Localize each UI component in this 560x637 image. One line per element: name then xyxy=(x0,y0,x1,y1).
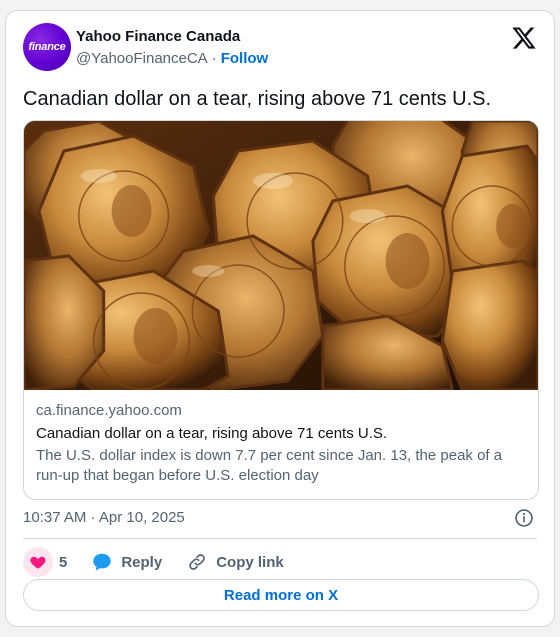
link-description: The U.S. dollar index is down 7.7 per ce… xyxy=(36,447,503,484)
x-logo-icon[interactable] xyxy=(511,25,537,51)
post-actions: 5 Reply Copy link xyxy=(23,547,308,577)
like-button[interactable]: 5 xyxy=(23,547,67,577)
canadian-loonie-coins-image[interactable] xyxy=(24,121,538,390)
read-more-button[interactable]: Read more on X xyxy=(23,579,539,611)
link-meta: ca.finance.yahoo.com Canadian dollar on … xyxy=(24,390,538,486)
link-chain-icon xyxy=(186,551,208,573)
copy-link-button[interactable]: Copy link xyxy=(186,551,284,573)
separator-dot: · xyxy=(211,50,217,67)
author-name[interactable]: Yahoo Finance Canada xyxy=(76,28,240,45)
author-avatar[interactable]: finance xyxy=(23,23,71,71)
link-title[interactable]: Canadian dollar on a tear, rising above … xyxy=(36,424,526,444)
link-domain: ca.finance.yahoo.com xyxy=(36,402,182,419)
follow-button[interactable]: Follow xyxy=(221,50,269,67)
like-count: 5 xyxy=(59,553,68,571)
copy-link-label: Copy link xyxy=(216,553,284,571)
heart-icon xyxy=(23,547,53,577)
divider xyxy=(23,538,537,539)
info-icon[interactable] xyxy=(514,508,534,528)
post-text: Canadian dollar on a tear, rising above … xyxy=(23,88,492,110)
post-timestamp[interactable]: 10:37 AM · Apr 10, 2025 xyxy=(23,509,185,526)
reply-label: Reply xyxy=(121,553,163,571)
link-preview-card[interactable]: ca.finance.yahoo.com Canadian dollar on … xyxy=(23,120,539,500)
author-handle[interactable]: @YahooFinanceCA xyxy=(76,50,208,67)
embedded-post-card: finance Yahoo Finance Canada @YahooFinan… xyxy=(5,10,555,627)
author-handle-row: @YahooFinanceCA · Follow xyxy=(76,50,268,67)
avatar-text: finance xyxy=(28,41,66,53)
reply-bubble-icon xyxy=(91,551,113,573)
reply-button[interactable]: Reply xyxy=(91,551,162,573)
